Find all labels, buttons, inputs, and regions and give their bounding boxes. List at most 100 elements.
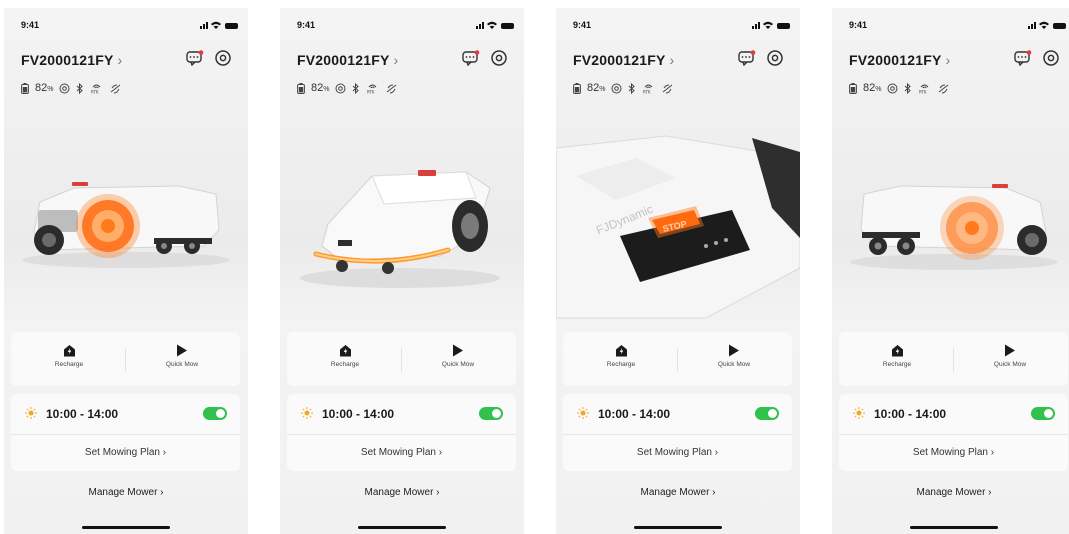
battery-percentage: 82%	[311, 82, 330, 94]
device-status-row: 82% RTK	[297, 82, 398, 94]
wifi-icon	[1039, 21, 1049, 29]
mower-battery-icon	[297, 82, 305, 94]
recharge-label: Recharge	[54, 361, 84, 368]
message-icon[interactable]	[738, 50, 756, 66]
device-status-row: 82% RTK	[573, 82, 674, 94]
quick-mow-button[interactable]: Quick Mow	[960, 344, 1060, 368]
manage-mower-link[interactable]: Manage Mower ›	[4, 487, 248, 498]
plan-divider	[563, 434, 792, 435]
status-time: 9:41	[849, 20, 868, 30]
phone-battery-icon	[225, 23, 238, 29]
quick-mow-label: Quick Mow	[441, 361, 475, 368]
quick-mow-label: Quick Mow	[165, 361, 199, 368]
sun-icon	[301, 407, 313, 419]
plan-toggle[interactable]	[203, 407, 227, 420]
quick-mow-label: Quick Mow	[993, 361, 1027, 368]
device-status-row: 82% RTK	[849, 82, 950, 94]
cellular-signal-icon	[752, 22, 760, 29]
recharge-button[interactable]: Recharge	[295, 344, 395, 368]
bluetooth-icon	[629, 82, 636, 94]
mower-battery-icon	[21, 82, 29, 94]
action-divider	[953, 348, 954, 372]
settings-icon[interactable]	[1042, 49, 1060, 67]
play-icon	[453, 344, 463, 357]
message-icon[interactable]	[462, 50, 480, 66]
set-mowing-plan-link[interactable]: Set Mowing Plan ›	[11, 447, 240, 458]
gps-icon	[335, 83, 346, 93]
sun-icon	[853, 407, 865, 419]
device-name-link[interactable]: FV2000121FY ›	[849, 52, 950, 68]
recharge-label: Recharge	[606, 361, 636, 368]
set-mowing-plan-link[interactable]: Set Mowing Plan ›	[287, 447, 516, 458]
device-name: FV2000121FY	[297, 52, 390, 68]
quick-mow-button[interactable]: Quick Mow	[132, 344, 232, 368]
quick-mow-button[interactable]: Quick Mow	[408, 344, 508, 368]
rtk-icon: RTK	[643, 84, 653, 94]
wifi-icon	[487, 21, 497, 29]
manage-mower-link[interactable]: Manage Mower ›	[280, 487, 524, 498]
plan-divider	[287, 434, 516, 435]
set-mowing-plan-link[interactable]: Set Mowing Plan ›	[839, 447, 1068, 458]
mower-top-closeup-image: STOP FJDynamic	[556, 135, 800, 319]
device-name-link[interactable]: FV2000121FY ›	[21, 52, 122, 68]
mowing-plan-card: 10:00 - 14:00 Set Mowing Plan ›	[563, 394, 792, 471]
play-icon	[729, 344, 739, 357]
recharge-button[interactable]: Recharge	[847, 344, 947, 368]
recharge-label: Recharge	[882, 361, 912, 368]
status-icons	[752, 21, 790, 29]
svg-text:RTK: RTK	[919, 89, 927, 94]
message-icon[interactable]	[1014, 50, 1032, 66]
sun-icon	[577, 407, 589, 419]
rtk-icon: RTK	[919, 84, 929, 94]
quick-mow-button[interactable]: Quick Mow	[684, 344, 784, 368]
cellular-5g-icon	[939, 84, 949, 93]
status-bar: 9:41	[4, 18, 248, 32]
plan-toggle[interactable]	[479, 407, 503, 420]
plan-time-range: 10:00 - 14:00	[322, 407, 395, 421]
message-icon[interactable]	[186, 50, 204, 66]
manage-mower-link[interactable]: Manage Mower ›	[832, 487, 1069, 498]
status-icons	[200, 21, 238, 29]
home-charge-icon	[63, 345, 75, 357]
svg-text:RTK: RTK	[367, 89, 375, 94]
cellular-signal-icon	[200, 22, 208, 29]
device-name-link[interactable]: FV2000121FY ›	[297, 52, 398, 68]
set-mowing-plan-link[interactable]: Set Mowing Plan ›	[563, 447, 792, 458]
action-panel: Recharge Quick Mow	[563, 332, 792, 386]
phone-screen-2: 9:41 FV2000121FY › 82% RTK Recharge Quic…	[280, 8, 524, 534]
recharge-button[interactable]: Recharge	[571, 344, 671, 368]
svg-text:RTK: RTK	[643, 89, 651, 94]
plan-time-range: 10:00 - 14:00	[46, 407, 119, 421]
plan-toggle[interactable]	[755, 407, 779, 420]
gps-icon	[59, 83, 70, 93]
battery-percentage: 82%	[863, 82, 882, 94]
mowing-plan-card: 10:00 - 14:00 Set Mowing Plan ›	[287, 394, 516, 471]
status-time: 9:41	[297, 20, 316, 30]
home-charge-icon	[615, 345, 627, 357]
rtk-icon: RTK	[367, 84, 377, 94]
plan-divider	[839, 434, 1068, 435]
mower-side-view-mirrored-image	[850, 184, 1058, 270]
gps-icon	[611, 83, 622, 93]
device-name-link[interactable]: FV2000121FY ›	[573, 52, 674, 68]
settings-icon[interactable]	[766, 49, 784, 67]
plan-time-range: 10:00 - 14:00	[598, 407, 671, 421]
action-divider	[125, 348, 126, 372]
cellular-signal-icon	[476, 22, 484, 29]
settings-icon[interactable]	[214, 49, 232, 67]
home-indicator	[910, 526, 998, 529]
status-bar: 9:41	[832, 18, 1069, 32]
recharge-button[interactable]: Recharge	[19, 344, 119, 368]
home-indicator	[82, 526, 170, 529]
sun-icon	[25, 407, 37, 419]
status-time: 9:41	[21, 20, 40, 30]
cellular-5g-icon	[387, 84, 397, 93]
plan-toggle[interactable]	[1031, 407, 1055, 420]
chevron-right-icon: ›	[117, 52, 123, 68]
chevron-right-icon: ›	[393, 52, 399, 68]
manage-mower-link[interactable]: Manage Mower ›	[556, 487, 800, 498]
gps-icon	[887, 83, 898, 93]
settings-icon[interactable]	[490, 49, 508, 67]
chevron-right-icon: ›	[669, 52, 675, 68]
action-panel: Recharge Quick Mow	[287, 332, 516, 386]
